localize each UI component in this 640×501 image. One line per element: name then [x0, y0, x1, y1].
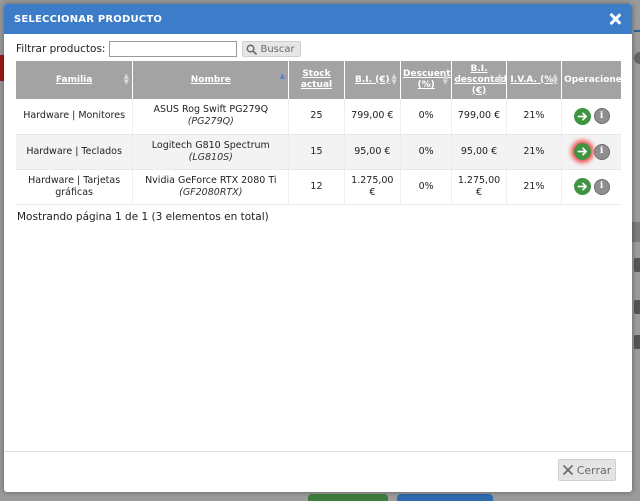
arrow-right-icon [577, 147, 587, 156]
cell-familia: Hardware | Monitores [16, 99, 134, 135]
table-row: Hardware | Monitores ASUS Rog Swift PG27… [16, 99, 621, 135]
cell-iva: 21% [506, 169, 563, 205]
column-header-iva[interactable]: I.V.A. (%) ▲ ▼ [506, 61, 563, 99]
filter-row: Filtrar productos: Buscar [4, 41, 632, 57]
cell-bi-descontada: 95,00 € [451, 134, 507, 170]
product-name: Nvidia GeForce RTX 2080 Ti [145, 174, 277, 186]
cell-familia: Hardware | Tarjetas gráficas [16, 169, 134, 205]
arrow-right-icon [577, 182, 587, 191]
close-button[interactable]: Cerrar [558, 459, 616, 481]
dialog-title: SELECCIONAR PRODUCTO [14, 13, 163, 25]
background-link [634, 30, 640, 32]
cell-familia: Hardware | Teclados [16, 134, 134, 170]
column-header-stock[interactable]: Stock actual [288, 61, 345, 99]
filter-input[interactable] [109, 41, 238, 57]
product-code: (GF2080RTX) [179, 186, 243, 198]
cell-operaciones: i [561, 134, 621, 170]
arrow-right-icon [577, 112, 587, 121]
background-checkbox [634, 258, 640, 272]
column-header-descuento[interactable]: Descuento (%) ▲ ▼ [400, 61, 457, 99]
select-product-dialog: SELECCIONAR PRODUCTO Filtrar productos: … [4, 4, 632, 492]
product-name: ASUS Rog Swift PG279Q [153, 104, 269, 116]
table-header-row: Familia ▲ ▼ Nombre ▲ Stock actual B.I. (€) ▲… [16, 61, 627, 99]
cell-iva: 21% [506, 99, 563, 135]
close-button-label: Cerrar [576, 463, 612, 477]
cell-bi: 1.275,00 € [344, 169, 402, 205]
product-info-button[interactable]: i [593, 143, 610, 160]
cell-bi-descontada: 799,00 € [451, 99, 507, 135]
cell-bi-descontada: 1.275,00 € [451, 169, 507, 205]
info-icon: i [599, 110, 604, 121]
close-icon [562, 465, 573, 475]
cell-nombre: Logitech G810 Spectrum (LG810S) [132, 134, 290, 170]
dialog-header: SELECCIONAR PRODUCTO [4, 4, 632, 34]
footer-divider [4, 451, 632, 452]
column-header-nombre[interactable]: Nombre ▲ [132, 61, 290, 99]
cell-descuento: 0% [400, 134, 453, 170]
cell-operaciones: i [561, 99, 621, 135]
cell-descuento: 0% [400, 99, 453, 135]
cell-descuento: 0% [400, 169, 453, 205]
column-header-operaciones: Operaciones [561, 61, 627, 99]
background-checkbox [634, 300, 640, 314]
background-button-blue [397, 494, 493, 501]
product-code: (PG279Q) [187, 116, 234, 128]
cell-stock: 15 [288, 134, 345, 170]
cell-stock: 25 [288, 99, 345, 135]
sort-ascending-icon: ▲ [279, 72, 285, 80]
product-info-button[interactable]: i [593, 108, 610, 125]
cell-bi: 799,00 € [344, 99, 402, 135]
cell-nombre: Nvidia GeForce RTX 2080 Ti (GF2080RTX) [132, 169, 290, 205]
cell-iva: 21% [506, 134, 563, 170]
cell-bi: 95,00 € [344, 134, 402, 170]
select-product-button[interactable] [573, 107, 591, 125]
select-product-button[interactable] [573, 178, 591, 195]
product-info-button[interactable]: i [593, 178, 610, 195]
sort-icon: ▲ ▼ [123, 72, 129, 86]
filter-label: Filtrar productos: [16, 43, 106, 55]
column-header-familia[interactable]: Familia ▲ ▼ [16, 61, 134, 99]
search-button[interactable]: Buscar [242, 41, 301, 57]
column-header-bi[interactable]: B.I. (€) ▲ ▼ [344, 61, 402, 99]
info-icon: i [599, 146, 604, 156]
background-help-icon [634, 52, 640, 64]
sort-icon: ▲ ▼ [497, 72, 503, 86]
search-icon [247, 44, 258, 55]
product-name: Logitech G810 Spectrum [151, 139, 270, 151]
pagination-info: Mostrando página 1 de 1 (3 elementos en … [17, 211, 269, 223]
cell-nombre: ASUS Rog Swift PG279Q (PG279Q) [132, 99, 290, 135]
search-button-label: Buscar [260, 43, 295, 55]
sort-icon: ▲ ▼ [442, 72, 449, 86]
background-panel [632, 222, 640, 242]
cell-operaciones: i [561, 169, 621, 205]
background-checkbox [634, 335, 640, 349]
sort-icon: ▲ ▼ [552, 72, 558, 86]
sort-icon: ▲ ▼ [391, 72, 397, 86]
table-row: Hardware | Teclados Logitech G810 Spectr… [16, 134, 621, 170]
close-icon[interactable] [608, 12, 622, 26]
background-button-green [308, 494, 388, 501]
product-code: (LG810S) [188, 151, 233, 163]
table-row: Hardware | Tarjetas gráficas Nvidia GeFo… [16, 169, 621, 205]
info-icon: i [599, 181, 604, 191]
select-product-button[interactable] [573, 143, 591, 160]
product-table: Familia ▲ ▼ Nombre ▲ Stock actual B.I. (€) ▲… [16, 61, 627, 205]
cell-stock: 12 [288, 169, 345, 205]
column-header-bi-descontada[interactable]: B.I. descontada (€) ▲ ▼ [451, 61, 513, 99]
